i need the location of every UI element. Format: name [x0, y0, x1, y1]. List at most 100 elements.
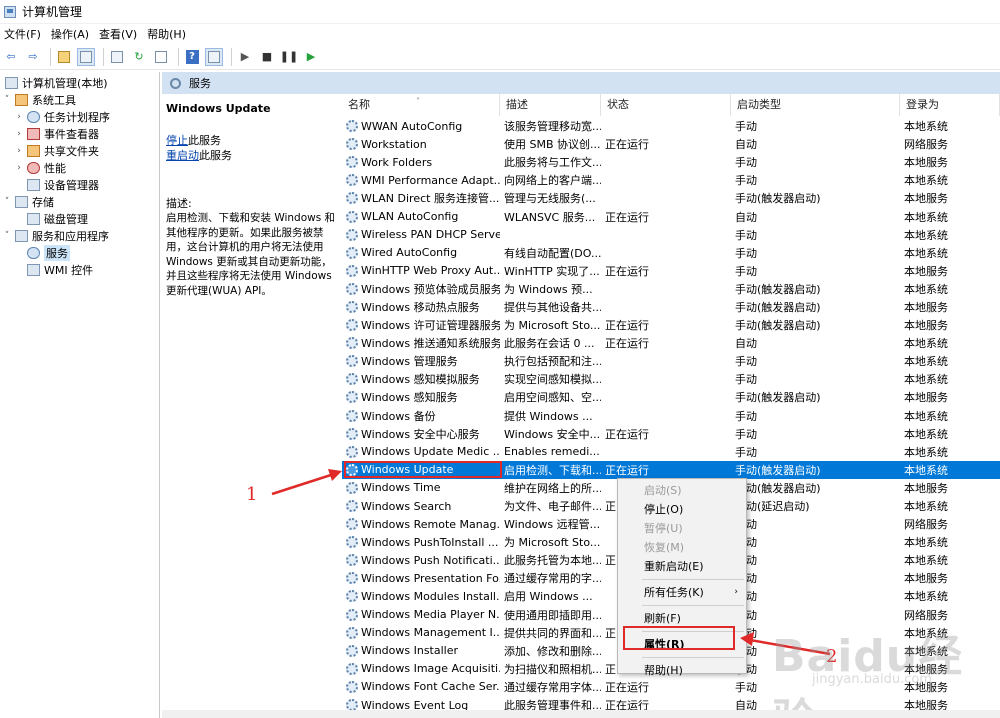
description-label: 描述: — [166, 197, 192, 210]
menu-help[interactable]: 帮助(H) — [143, 26, 192, 42]
menu-item-stop[interactable]: 停止(O) — [618, 500, 746, 519]
expand-arrow-icon[interactable]: › — [14, 146, 24, 156]
table-row[interactable]: WLAN Direct 服务连接管... 管理与无线服务(... 手动(触发器启动)… — [342, 189, 1000, 207]
stop-service-link[interactable]: 停止 — [166, 134, 188, 147]
restart-service-link[interactable]: 重启动 — [166, 149, 199, 162]
menu-view[interactable]: 查看(V) — [95, 26, 143, 42]
table-row[interactable]: Windows 管理服务 执行包括预配和注... 手动 本地系统 — [342, 352, 1000, 370]
pause-icon[interactable]: ❚❚ — [280, 48, 298, 66]
service-startup-type: 手动 — [735, 264, 757, 278]
tree-item-device-manager[interactable]: 设备管理器 — [24, 176, 99, 193]
service-logon-as: 本地系统 — [904, 337, 948, 351]
service-status: 正在运行 — [605, 138, 649, 152]
service-name-cell: Windows Image Acquisiti... — [342, 662, 500, 675]
toolbar-divider — [178, 47, 179, 66]
back-arrow-icon[interactable]: ⇦ — [2, 48, 20, 66]
table-row[interactable]: WinHTTP Web Proxy Aut... WinHTTP 实现了... 正在… — [342, 262, 1000, 280]
show-hide-tree-icon[interactable] — [77, 47, 95, 66]
help-icon[interactable]: ? — [183, 48, 201, 66]
description-line: 其他程序的更新。如果此服务被禁 — [166, 226, 324, 239]
menu-item-resume[interactable]: 恢复(M) — [618, 538, 746, 557]
menu-item-restart[interactable]: 重新启动(E) — [618, 557, 746, 576]
tree-item-shared-folders[interactable]: › 共享文件夹 — [14, 142, 99, 159]
table-row[interactable]: WWAN AutoConfig 该服务管理移动宽... 手动 本地系统 — [342, 117, 1000, 135]
collapse-arrow-icon[interactable]: ˅ — [2, 197, 12, 207]
table-row[interactable]: Windows 预览体验成员服务为 Windows 预... 手动(触发器启动) 本… — [342, 280, 1000, 298]
tree-item-root[interactable]: 计算机管理(本地) — [2, 74, 108, 91]
tree-item-disk-management[interactable]: 磁盘管理 — [24, 210, 88, 227]
toolbar-divider — [50, 47, 51, 66]
clock-icon — [27, 110, 40, 123]
tree-item-storage[interactable]: ˅ 存储 — [2, 193, 54, 210]
export-icon[interactable] — [152, 48, 170, 66]
service-name-cell: Windows Presentation Fo... — [342, 572, 500, 585]
service-logon-as: 本地服务 — [904, 481, 948, 495]
table-row[interactable]: Wireless PAN DHCP Server 手动 本地系统 — [342, 226, 1000, 244]
service-startup-type: 手动 — [735, 120, 757, 134]
tree-item-performance[interactable]: › 性能 — [14, 159, 66, 176]
table-row[interactable]: Windows 移动热点服务 提供与其他设备共... 手动(触发器启动) 本地服务 — [342, 298, 1000, 316]
tree-item-wmi[interactable]: WMI 控件 — [24, 261, 93, 278]
service-gear-icon — [346, 300, 358, 313]
menu-item-all-tasks[interactable]: 所有任务(K) › — [618, 583, 746, 602]
navigation-tree: 计算机管理(本地) ˅ 系统工具 › 任务计划程序 › 事件查看器 › 共享文件… — [0, 72, 160, 718]
service-status: 正在运行 — [605, 427, 649, 441]
shared-folder-icon — [27, 144, 40, 157]
menu-file[interactable]: 文件(F) — [0, 26, 47, 42]
service-name-cell: Windows 感知服务 — [342, 389, 500, 405]
refresh-icon[interactable]: ↻ — [130, 48, 148, 66]
menu-item-label: 所有任务(K) — [644, 586, 704, 599]
table-row[interactable]: Windows 备份 提供 Windows ... 手动 本地系统 — [342, 407, 1000, 425]
table-row[interactable]: Wired AutoConfig 有线自动配置(DO... 手动 本地系统 — [342, 244, 1000, 262]
menu-item-pause[interactable]: 暂停(U) — [618, 519, 746, 538]
tree-item-label: 系统工具 — [32, 93, 76, 107]
table-row[interactable]: WLAN AutoConfig WLANSVC 服务... 正在运行 自动 本地系统 — [342, 207, 1000, 225]
service-startup-type: 手动 — [731, 588, 900, 604]
column-header-status[interactable]: 状态 — [601, 94, 731, 116]
collapse-arrow-icon[interactable]: ˅ — [2, 95, 12, 105]
service-name: Work Folders — [361, 155, 433, 169]
menu-item-start[interactable]: 启动(S) — [618, 481, 746, 500]
service-description: WinHTTP 实现了... — [504, 264, 600, 278]
show-hide-action-icon[interactable] — [205, 47, 223, 66]
play-icon[interactable]: ▶ — [236, 48, 254, 66]
table-row[interactable]: Windows 安全中心服务 Windows 安全中... 正在运行 手动 本地系统 — [342, 425, 1000, 443]
table-row[interactable]: Windows 许可证管理器服务为 Microsoft Sto... 正在运行 手动… — [342, 316, 1000, 334]
service-logon-as: 本地服务 — [904, 300, 948, 314]
stop-icon[interactable]: ■ — [258, 48, 276, 66]
tree-item-task-scheduler[interactable]: › 任务计划程序 — [14, 108, 110, 125]
restart-icon[interactable]: ▶ — [302, 48, 320, 66]
table-row[interactable]: WMI Performance Adapt... 向网络上的客户端... 手动 本地系… — [342, 171, 1000, 189]
service-name-cell: Windows Installer — [342, 644, 500, 657]
column-header-name[interactable]: 名称 ˅ — [342, 94, 500, 116]
table-row[interactable]: Windows 推送通知系统服务 此服务在会话 0 ... 正在运行 自动 本地系统 — [342, 334, 1000, 352]
collapse-arrow-icon[interactable]: ˅ — [2, 231, 12, 241]
tree-item-services[interactable]: 服务 — [24, 244, 70, 261]
table-row[interactable]: Windows 感知模拟服务 实现空间感知模拟... 手动 本地系统 — [342, 370, 1000, 388]
service-gear-icon — [346, 662, 358, 675]
column-header-description[interactable]: 描述 — [500, 94, 601, 116]
annotation-arrow-1 — [271, 469, 342, 496]
forward-arrow-icon[interactable]: ⇨ — [24, 48, 42, 66]
service-gear-icon — [346, 264, 358, 277]
tree-item-system-tools[interactable]: ˅ 系统工具 — [2, 91, 76, 108]
column-header-startup-type[interactable]: 启动类型 — [731, 94, 900, 116]
service-startup-type: 手动(触发器启动) — [735, 481, 821, 495]
menu-action[interactable]: 操作(A) — [47, 26, 95, 42]
tree-item-event-viewer[interactable]: › 事件查看器 — [14, 125, 99, 142]
up-folder-icon[interactable] — [55, 48, 73, 66]
column-header-logon-as[interactable]: 登录为 — [900, 94, 1000, 116]
menu-item-help[interactable]: 帮助(H) — [618, 661, 746, 680]
table-row[interactable]: Windows 感知服务 启用空间感知、空... 手动(触发器启动) 本地服务 — [342, 388, 1000, 406]
service-gear-icon — [346, 500, 358, 513]
table-row[interactable]: Work Folders 此服务将与工作文... 手动 本地服务 — [342, 153, 1000, 171]
tree-item-services-apps[interactable]: ˅ 服务和应用程序 — [2, 227, 109, 244]
expand-arrow-icon[interactable]: › — [14, 163, 24, 173]
service-startup-type: 手动 — [731, 570, 900, 586]
horizontal-scrollbar[interactable] — [162, 710, 1000, 718]
table-row[interactable]: Windows Update Medic ... Enables remedi..… — [342, 443, 1000, 461]
table-row[interactable]: Workstation 使用 SMB 协议创... 正在运行 自动 网络服务 — [342, 135, 1000, 153]
expand-arrow-icon[interactable]: › — [14, 129, 24, 139]
properties-icon[interactable] — [108, 48, 126, 66]
expand-arrow-icon[interactable]: › — [14, 112, 24, 122]
